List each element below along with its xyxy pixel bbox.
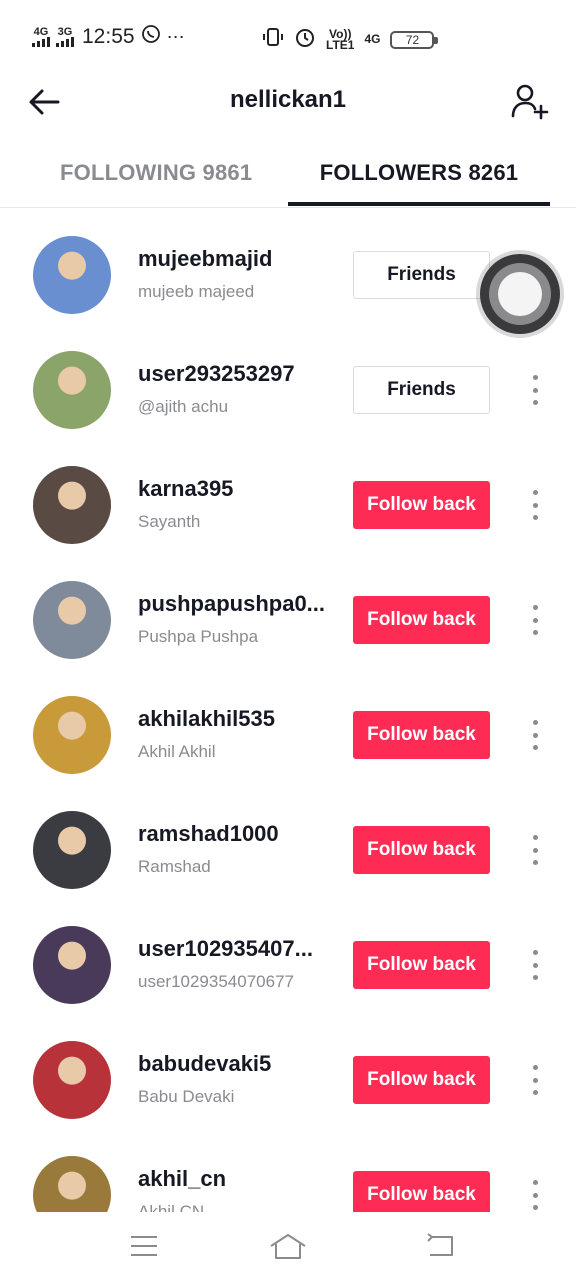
avatar[interactable]: [33, 1156, 111, 1212]
tab-followers[interactable]: FOLLOWERS 8261: [288, 140, 550, 206]
username: karna395: [138, 476, 234, 501]
more-options-icon[interactable]: [522, 716, 548, 754]
system-nav-bar: [0, 1212, 576, 1280]
friends-button[interactable]: Friends: [353, 251, 490, 299]
page-title: nellickan1: [229, 86, 347, 113]
avatar[interactable]: [33, 351, 111, 429]
more-options-icon[interactable]: [522, 1176, 548, 1212]
assistive-touch-button[interactable]: [480, 254, 560, 334]
nickname: Pushpa Pushpa: [138, 627, 259, 646]
avatar[interactable]: [33, 811, 111, 889]
username: pushpapushpa0...: [138, 591, 326, 616]
avatar[interactable]: [33, 236, 111, 314]
avatar[interactable]: [33, 926, 111, 1004]
list-item[interactable]: babudevaki5 Babu Devaki Follow back: [0, 1021, 576, 1136]
alarm-icon: [294, 26, 316, 53]
list-item[interactable]: user102935407... user1029354070677 Follo…: [0, 906, 576, 1021]
volte-indicator: Vo)) LTE1: [326, 26, 355, 52]
more-options-icon[interactable]: [522, 601, 548, 639]
signal-icon-2: 3G: [56, 27, 74, 47]
home-icon: [270, 1234, 306, 1259]
username: ramshad1000: [138, 821, 279, 846]
back-icon: [427, 1233, 453, 1256]
assistive-touch-center: [498, 272, 542, 316]
tab-following[interactable]: FOLLOWING 9861: [14, 140, 302, 206]
list-item[interactable]: user293253297 @ajith achu Friends: [0, 331, 576, 446]
menu-icon: [131, 1236, 157, 1256]
signal-icon: 4G: [32, 27, 50, 47]
add-user-button[interactable]: [508, 80, 552, 124]
list-item[interactable]: akhil_cn Akhil CN Follow back: [0, 1136, 576, 1212]
nickname: Akhil CN: [138, 1202, 205, 1212]
network-4g-icon: 4G: [364, 32, 381, 46]
list-item[interactable]: ramshad1000 Ramshad Follow back: [0, 791, 576, 906]
more-options-icon[interactable]: [522, 1061, 548, 1099]
tab-active-indicator: [288, 202, 550, 206]
nickname: user1029354070677: [138, 972, 294, 991]
clock: 12:55: [82, 25, 135, 48]
more-dots-icon: ⋯: [166, 26, 185, 47]
status-right: Vo)) LTE1 4G 72: [262, 26, 439, 53]
username: akhilakhil535: [138, 706, 275, 731]
tab-bar: FOLLOWING 9861 FOLLOWERS 8261: [0, 140, 576, 208]
username: user293253297: [138, 361, 295, 386]
assistive-touch-ring: [489, 263, 551, 325]
friends-button[interactable]: Friends: [353, 366, 490, 414]
username: mujeebmajid: [138, 246, 273, 271]
battery-icon: 72: [390, 30, 439, 49]
follow-back-button[interactable]: Follow back: [353, 826, 490, 874]
whatsapp-icon: [141, 24, 161, 50]
status-bar: 4G 3G 12:55 ⋯ Vo)) LTE1 4G 72: [0, 0, 576, 76]
followers-list: mujeebmajid mujeeb majeed Friends user29…: [0, 216, 576, 1212]
status-left: 4G 3G 12:55 ⋯: [32, 24, 185, 50]
nickname: @ajith achu: [138, 397, 229, 416]
list-item[interactable]: pushpapushpa0... Pushpa Pushpa Follow ba…: [0, 561, 576, 676]
avatar[interactable]: [33, 1041, 111, 1119]
follow-back-button[interactable]: Follow back: [353, 1171, 490, 1212]
back-nav-button[interactable]: [420, 1228, 460, 1264]
follow-back-button[interactable]: Follow back: [353, 711, 490, 759]
nickname: Babu Devaki: [138, 1087, 235, 1106]
more-options-icon[interactable]: [522, 486, 548, 524]
vibrate-icon: [262, 26, 284, 53]
avatar[interactable]: [33, 466, 111, 544]
username: akhil_cn: [138, 1166, 227, 1191]
list-item[interactable]: karna395 Sayanth Follow back: [0, 446, 576, 561]
nickname: Ramshad: [138, 857, 211, 876]
nickname: mujeeb majeed: [138, 282, 255, 301]
menu-button[interactable]: [124, 1228, 164, 1264]
more-options-icon[interactable]: [522, 831, 548, 869]
more-options-icon[interactable]: [522, 371, 548, 409]
avatar[interactable]: [33, 581, 111, 659]
add-user-icon: [511, 84, 549, 120]
nickname: Sayanth: [138, 512, 201, 531]
more-options-icon[interactable]: [522, 946, 548, 984]
follow-back-button[interactable]: Follow back: [353, 481, 490, 529]
username: user102935407...: [138, 936, 313, 961]
follow-back-button[interactable]: Follow back: [353, 596, 490, 644]
nickname: Akhil Akhil: [138, 742, 216, 761]
follow-back-button[interactable]: Follow back: [353, 1056, 490, 1104]
avatar[interactable]: [33, 696, 111, 774]
follow-back-button[interactable]: Follow back: [353, 941, 490, 989]
header: nellickan1: [0, 76, 576, 128]
home-button[interactable]: [268, 1228, 308, 1264]
username: babudevaki5: [138, 1051, 272, 1076]
list-item[interactable]: akhilakhil535 Akhil Akhil Follow back: [0, 676, 576, 791]
